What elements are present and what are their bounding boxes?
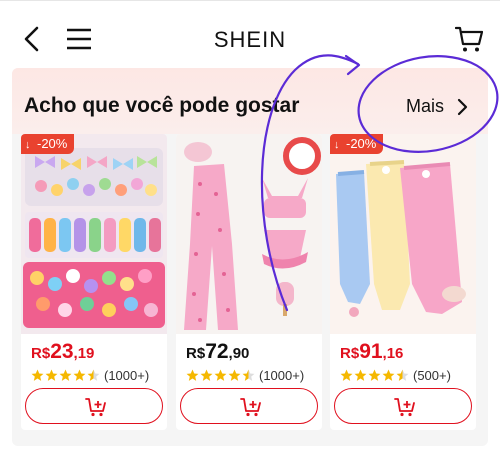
star-icon <box>340 369 353 381</box>
star-icon <box>228 369 241 381</box>
arrow-down-icon: ↓ <box>334 139 340 151</box>
section-title: Acho que você pode gostar <box>24 94 300 117</box>
review-count: (1000+) <box>259 367 305 383</box>
star-icon <box>45 369 58 381</box>
chevron-right-icon[interactable] <box>456 98 468 116</box>
add-to-cart-button[interactable] <box>180 388 318 424</box>
product-rating: (1000+) <box>186 367 305 383</box>
star-icon <box>368 369 381 381</box>
star-icon <box>31 369 44 381</box>
star-icon <box>186 369 199 381</box>
product-image[interactable] <box>176 134 322 334</box>
review-count: (1000+) <box>104 367 150 383</box>
star-icon <box>382 369 395 381</box>
star-icon <box>59 369 72 381</box>
add-to-cart-button[interactable] <box>334 388 472 424</box>
product-rating: (500+) <box>340 367 451 383</box>
product-price: R$91,16 <box>340 340 404 363</box>
more-link[interactable]: Mais <box>406 96 444 117</box>
brand-logo[interactable]: SHEIN <box>0 27 500 53</box>
star-icon <box>73 369 86 381</box>
star-icon <box>354 369 367 381</box>
recommendation-section: Acho que você pode gostar Mais ↓ -20% R$… <box>12 68 488 446</box>
section-header: Acho que você pode gostar Mais <box>12 68 488 134</box>
product-card[interactable]: R$72,90 (1000+) <box>176 134 322 430</box>
star-half-icon <box>87 369 100 381</box>
top-nav-bar: SHEIN <box>0 0 500 66</box>
discount-badge: ↓ -20% <box>21 134 75 154</box>
add-to-cart-button[interactable] <box>25 388 163 424</box>
arrow-down-icon: ↓ <box>25 139 31 151</box>
product-price: R$23,19 <box>31 340 95 363</box>
cart-icon[interactable] <box>455 25 483 53</box>
product-card[interactable]: ↓ -20% R$91,16 (500+) <box>330 134 476 430</box>
star-icon <box>200 369 213 381</box>
add-to-cart-icon <box>85 398 106 417</box>
star-half-icon <box>242 369 255 381</box>
discount-badge: ↓ -20% <box>330 134 384 154</box>
product-card[interactable]: ↓ -20% R$23,19 (1000+) <box>21 134 167 430</box>
star-half-icon <box>396 369 409 381</box>
product-price: R$72,90 <box>186 340 250 363</box>
product-image[interactable]: ↓ -20% <box>330 134 476 334</box>
product-image[interactable]: ↓ -20% <box>21 134 167 334</box>
review-count: (500+) <box>413 367 451 383</box>
add-to-cart-icon <box>394 398 415 417</box>
product-rating: (1000+) <box>31 367 150 383</box>
add-to-cart-icon <box>240 398 261 417</box>
star-icon <box>214 369 227 381</box>
